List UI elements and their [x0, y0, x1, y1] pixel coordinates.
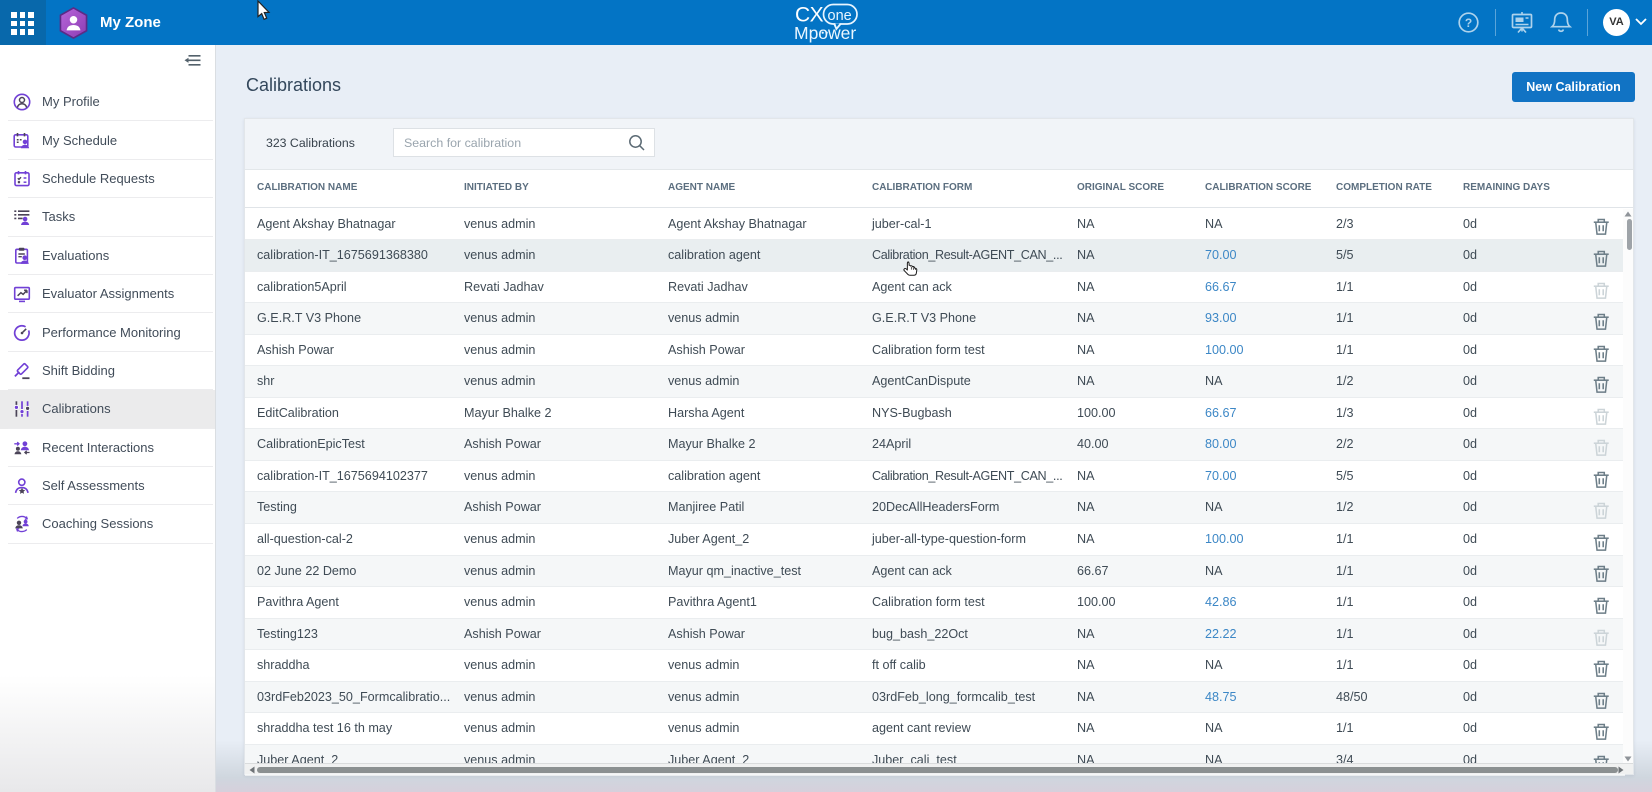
svg-text:one: one — [828, 8, 852, 24]
svg-text:Mpower: Mpower — [794, 23, 856, 43]
svg-text:?: ? — [1465, 16, 1472, 30]
